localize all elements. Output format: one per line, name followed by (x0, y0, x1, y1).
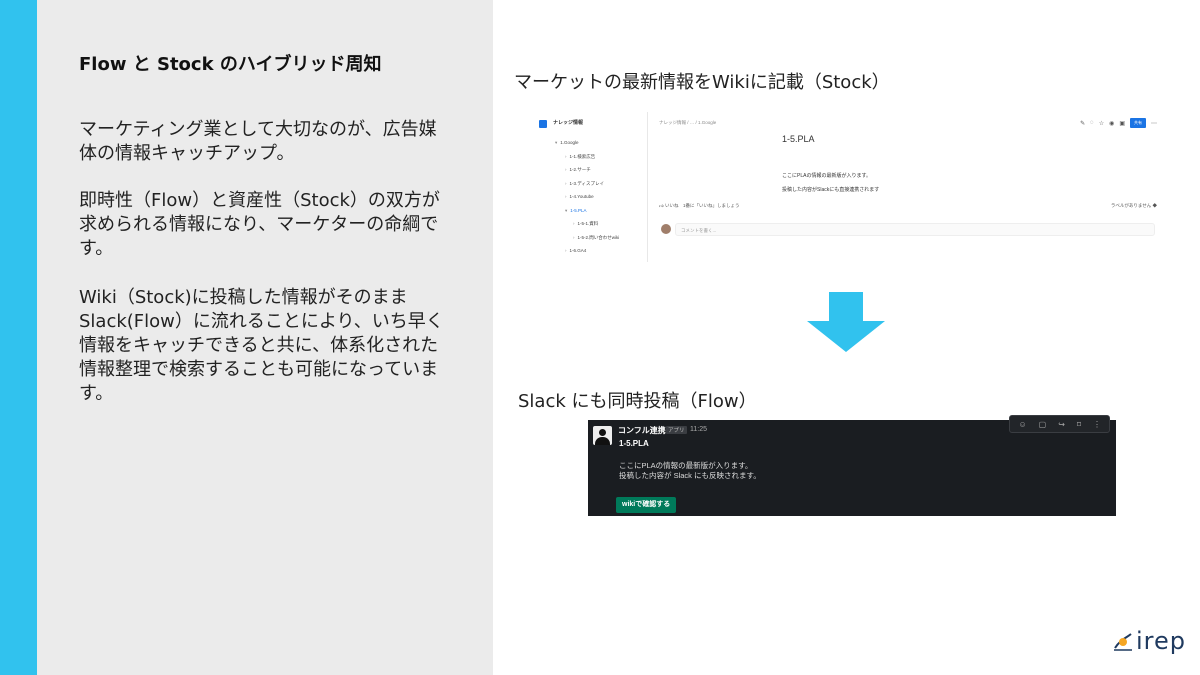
chevron-icon: › (565, 194, 567, 199)
chevron-icon: › (565, 153, 567, 159)
logo-mark-icon (1114, 633, 1132, 651)
left-panel: Flow と Stock のハイブリッド周知 マーケティング業として大切なのが、… (37, 0, 493, 675)
comment-icon[interactable]: ◌ (1090, 120, 1094, 126)
body-line-2: 投稿した内容がSlackにも直接連携されます (782, 187, 880, 193)
chevron-icon: › (573, 221, 575, 226)
paragraph-2: 即時性（Flow）と資産性（Stock）の双方が求められる情報になり、マーケター… (79, 190, 440, 259)
tree-item-label: 1-2.サーチ (569, 167, 591, 172)
space-name: ナレッジ情報 (553, 120, 584, 126)
page-title: 1-5.PLA (782, 134, 815, 144)
chevron-icon: › (565, 167, 567, 172)
accent-bar (0, 0, 37, 675)
open-wiki-button[interactable]: wikiで確認する (616, 497, 677, 513)
sidebar-tree-item[interactable]: › 1-5-2.問い合わせwiki (573, 235, 619, 241)
irep-logo: irep (1112, 628, 1186, 654)
tree-item-label: 1-5.PLA (570, 207, 587, 213)
sidebar-tree-item[interactable]: › 1-3.ディスプレイ (565, 181, 604, 187)
sidebar-tree-item[interactable]: › 1-2.サーチ (565, 167, 591, 173)
page-toolbar: ✎ ◌ ☆ ◉ ▣ 共有 ⋯ (1080, 118, 1157, 128)
labels[interactable]: ラベルがありません ◆ (1111, 203, 1157, 209)
tree-item-label: 1-4.Youtube (569, 194, 594, 199)
paragraph-3: Wiki（Stock)に投稿した情報がそのままSlack(Flow）に流れること… (79, 287, 444, 404)
timestamp[interactable]: 11:25 (690, 426, 707, 433)
sidebar-tree-item[interactable]: ▾ 1-5.PLA (565, 208, 587, 214)
tree-item-label: 1-1.検索広告 (569, 153, 596, 159)
tree-item-label: 1-5-2.問い合わせwiki (577, 234, 620, 240)
more-icon[interactable]: ⋯ (1151, 120, 1157, 127)
sender-name[interactable]: コンフル連携 (618, 425, 666, 436)
restrictions-icon[interactable]: ▣ (1119, 120, 1125, 127)
more-actions-icon[interactable]: ⋮ (1093, 420, 1101, 429)
bot-avatar (593, 426, 612, 445)
sidebar-tree-item[interactable]: › 1-5-1.資料 (573, 221, 598, 227)
like-row[interactable]: 👍︎ いいね 1番に「いいね」しましょう (659, 203, 739, 209)
star-icon[interactable]: ☆ (1099, 120, 1104, 127)
edit-icon[interactable]: ✎ (1080, 120, 1085, 127)
chevron-icon: › (573, 234, 575, 240)
sidebar-tree-item[interactable]: ▾ 1.Google (555, 140, 579, 146)
tag-icon: ◆ (1152, 203, 1158, 208)
chevron-icon: ▾ (555, 140, 558, 145)
share-button[interactable]: 共有 (1130, 118, 1146, 128)
down-arrow-icon (807, 292, 885, 352)
breadcrumb[interactable]: ナレッジ情報 / … / 1.Google (659, 120, 716, 126)
slide-title: Flow と Stock のハイブリッド周知 (79, 54, 382, 75)
message-actions: ☺ ▢ ↪ ⌑ ⋮ (1009, 415, 1110, 433)
space-logo-icon (539, 120, 547, 128)
reply-icon[interactable]: ▢ (1039, 420, 1047, 429)
paragraph-1: マーケティング業として大切なのが、広告媒体の情報キャッチアップ。 (79, 119, 437, 164)
tree-item-label: 1.Google (560, 140, 579, 145)
logo-text: irep (1136, 627, 1187, 655)
share-icon[interactable]: ↪ (1058, 420, 1065, 429)
tree-item-label: 1-6.GA4 (569, 248, 587, 253)
labels-text: ラベルがありません (1110, 203, 1152, 208)
slack-screenshot: コンフル連携 アプリ 11:25 1-5.PLA ここにPLAの情報の最新版が入… (588, 415, 1116, 516)
sidebar-tree-item[interactable]: › 1-6.GA4 (565, 248, 586, 253)
chevron-icon: ▾ (565, 207, 568, 213)
app-badge: アプリ (666, 426, 687, 434)
like-text: いいね 1番に「いいね」しましょう (664, 203, 740, 208)
message-title: 1-5.PLA (619, 439, 649, 448)
body-line-1: ここにPLAの情報の最新版が入ります。 (782, 173, 871, 179)
wiki-sidebar: ナレッジ情報 ▾ 1.Google › 1-1.検索広告 › 1-2.サーチ › 1-3.ディ… (535, 112, 648, 262)
stock-heading: マーケットの最新情報をWikiに記載（Stock） (514, 72, 890, 93)
bookmark-icon[interactable]: ⌑ (1077, 420, 1081, 429)
tree-item-label: 1-3.ディスプレイ (569, 180, 604, 186)
tree-item-label: 1-5-1.資料 (577, 221, 599, 226)
emoji-icon[interactable]: ☺ (1018, 420, 1026, 429)
chevron-icon: › (565, 248, 567, 253)
sidebar-tree-item[interactable]: › 1-1.検索広告 (565, 154, 595, 160)
comment-input[interactable]: コメントを書く... (675, 223, 1155, 236)
chevron-icon: › (565, 180, 567, 186)
watch-icon[interactable]: ◉ (1109, 120, 1114, 127)
confluence-screenshot: ナレッジ情報 ▾ 1.Google › 1-1.検索広告 › 1-2.サーチ › 1-3.ディ… (535, 112, 1163, 262)
flow-heading: Slack にも同時投稿（Flow） (518, 391, 757, 412)
avatar (661, 224, 671, 234)
sidebar-tree-item[interactable]: › 1-4.Youtube (565, 194, 594, 199)
message-line-2: 投稿した内容が Slack にも反映されます。 (619, 471, 761, 480)
